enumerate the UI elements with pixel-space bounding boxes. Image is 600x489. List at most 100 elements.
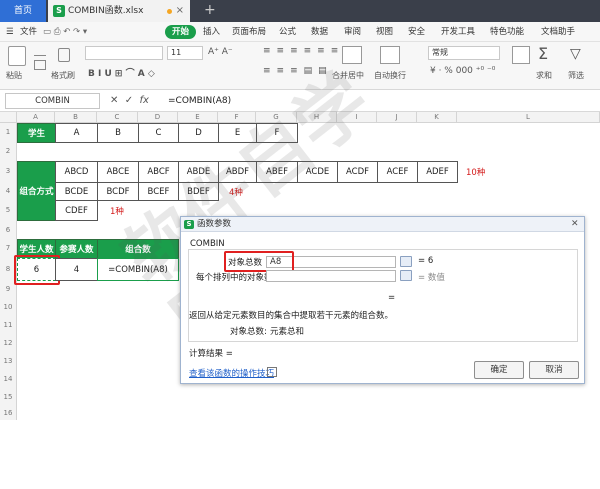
header-combinations[interactable]: 组合数: [97, 239, 179, 259]
sum-icon[interactable]: Σ: [538, 44, 548, 63]
formula-input[interactable]: =COMBIN(A8): [168, 93, 231, 109]
combo-cell[interactable]: ABCE: [97, 161, 139, 183]
cancel-icon[interactable]: ✕: [110, 95, 118, 106]
row-header[interactable]: 12: [0, 334, 17, 352]
column-header[interactable]: F: [218, 112, 256, 123]
filter-icon[interactable]: ▽: [570, 46, 581, 62]
combo-cell[interactable]: ACDF: [337, 161, 378, 183]
row-header[interactable]: 16: [0, 406, 17, 420]
font-size-select[interactable]: 11: [167, 46, 203, 60]
number-format-icons[interactable]: ¥ · % 000 ⁺⁰ ⁻⁰: [430, 66, 495, 76]
row-header[interactable]: 15: [0, 388, 17, 406]
help-play-icon[interactable]: [267, 367, 277, 377]
tab-file[interactable]: S COMBIN函数.xlsx ×: [48, 0, 190, 22]
font-grow-shrink-icon[interactable]: A⁺ A⁻: [208, 47, 233, 57]
cell-style-icon[interactable]: [512, 46, 530, 64]
fx-icon[interactable]: fx: [140, 95, 149, 106]
student-cell[interactable]: C: [138, 123, 179, 143]
format-painter-icon[interactable]: [58, 48, 70, 62]
column-header[interactable]: A: [17, 112, 55, 123]
name-box[interactable]: COMBIN: [5, 93, 100, 109]
select-all-corner[interactable]: [0, 112, 17, 123]
combo-cell[interactable]: ABDF: [218, 161, 257, 183]
row-header[interactable]: 13: [0, 352, 17, 370]
close-tab-icon[interactable]: ×: [176, 0, 184, 22]
menu-review[interactable]: 审阅: [344, 22, 361, 42]
tab-home[interactable]: 首页: [0, 0, 46, 22]
font-family-select[interactable]: [85, 46, 163, 60]
student-cell[interactable]: A: [55, 123, 98, 143]
row-header[interactable]: 10: [0, 298, 17, 316]
row-header[interactable]: 5: [0, 200, 17, 221]
combo-cell[interactable]: BCDF: [97, 182, 139, 201]
combo-cell[interactable]: CDEF: [55, 200, 98, 221]
value-participants[interactable]: 4: [55, 258, 98, 281]
cancel-button[interactable]: 取消: [529, 361, 579, 379]
align-icons[interactable]: ≡≡≡≡≡≡: [263, 46, 344, 56]
value-combin-formula[interactable]: =COMBIN(A8): [97, 258, 179, 281]
column-header[interactable]: L: [457, 112, 600, 123]
new-tab-button[interactable]: +: [204, 0, 216, 22]
column-header[interactable]: D: [138, 112, 178, 123]
combo-cell[interactable]: BCEF: [138, 182, 179, 201]
menu-file[interactable]: 文件: [20, 22, 37, 42]
label-students[interactable]: 学生: [17, 123, 56, 143]
row-header[interactable]: 3: [0, 161, 17, 182]
hamburger-icon[interactable]: ☰: [6, 22, 14, 42]
student-cell[interactable]: D: [178, 123, 219, 143]
row-header[interactable]: 6: [0, 221, 17, 239]
align-icons-row2[interactable]: ≡≡≡▤▤: [263, 66, 333, 76]
column-header[interactable]: B: [55, 112, 97, 123]
merge-center-icon[interactable]: [342, 46, 362, 64]
row-header[interactable]: 1: [0, 123, 17, 142]
menu-start[interactable]: 开始: [165, 25, 197, 39]
label-combination-method[interactable]: 组合方式: [17, 161, 56, 221]
cut-icon[interactable]: [34, 47, 46, 56]
menu-page-layout[interactable]: 页面布局: [232, 22, 266, 42]
combo-cell[interactable]: ACDE: [297, 161, 338, 183]
row-header[interactable]: 2: [0, 142, 17, 161]
menu-toolbar-icons[interactable]: ▭ ⎙ ↶ ↷ ▾: [43, 22, 87, 42]
row-header[interactable]: 4: [0, 182, 17, 200]
menu-doc-assistant[interactable]: 文档助手: [541, 22, 575, 42]
column-header[interactable]: G: [256, 112, 297, 123]
column-header[interactable]: J: [377, 112, 417, 123]
column-header[interactable]: H: [297, 112, 337, 123]
font-style-icons[interactable]: B I U ⊞ ⌒ A ◇: [88, 66, 155, 79]
auto-wrap-icon[interactable]: [380, 46, 400, 64]
student-cell[interactable]: F: [256, 123, 298, 143]
help-link[interactable]: 查看该函数的操作技巧: [189, 367, 274, 379]
menu-security[interactable]: 安全: [408, 22, 425, 42]
ok-button[interactable]: 确定: [474, 361, 524, 379]
arg2-input[interactable]: [266, 270, 396, 282]
menu-special[interactable]: 特色功能: [490, 22, 524, 42]
menu-formula[interactable]: 公式: [279, 22, 296, 42]
combo-cell[interactable]: ACEF: [377, 161, 418, 183]
combo-cell[interactable]: BCDE: [55, 182, 98, 201]
menu-view[interactable]: 视图: [376, 22, 393, 42]
column-header[interactable]: I: [337, 112, 377, 123]
student-cell[interactable]: B: [97, 123, 139, 143]
header-participants[interactable]: 参赛人数: [55, 239, 98, 259]
student-cell[interactable]: E: [218, 123, 257, 143]
menu-dev-tools[interactable]: 开发工具: [441, 22, 475, 42]
combo-cell[interactable]: ABCD: [55, 161, 98, 183]
combo-cell[interactable]: ADEF: [417, 161, 458, 183]
dialog-close-icon[interactable]: ✕: [571, 217, 579, 232]
row-header[interactable]: 14: [0, 370, 17, 388]
combo-cell[interactable]: ABEF: [256, 161, 298, 183]
arg1-select-range-icon[interactable]: [400, 256, 412, 267]
column-header[interactable]: E: [178, 112, 218, 123]
confirm-icon[interactable]: ✓: [125, 95, 133, 106]
arg2-select-range-icon[interactable]: [400, 270, 412, 281]
combo-cell[interactable]: ABCF: [138, 161, 179, 183]
number-format-select[interactable]: 常规: [428, 46, 500, 60]
combo-cell[interactable]: BDEF: [178, 182, 219, 201]
column-header[interactable]: K: [417, 112, 457, 123]
paste-icon[interactable]: [8, 46, 26, 66]
row-header[interactable]: 11: [0, 316, 17, 334]
column-header[interactable]: C: [97, 112, 138, 123]
combo-cell[interactable]: ABDE: [178, 161, 219, 183]
menu-data[interactable]: 数据: [311, 22, 328, 42]
menu-insert[interactable]: 插入: [203, 22, 220, 42]
